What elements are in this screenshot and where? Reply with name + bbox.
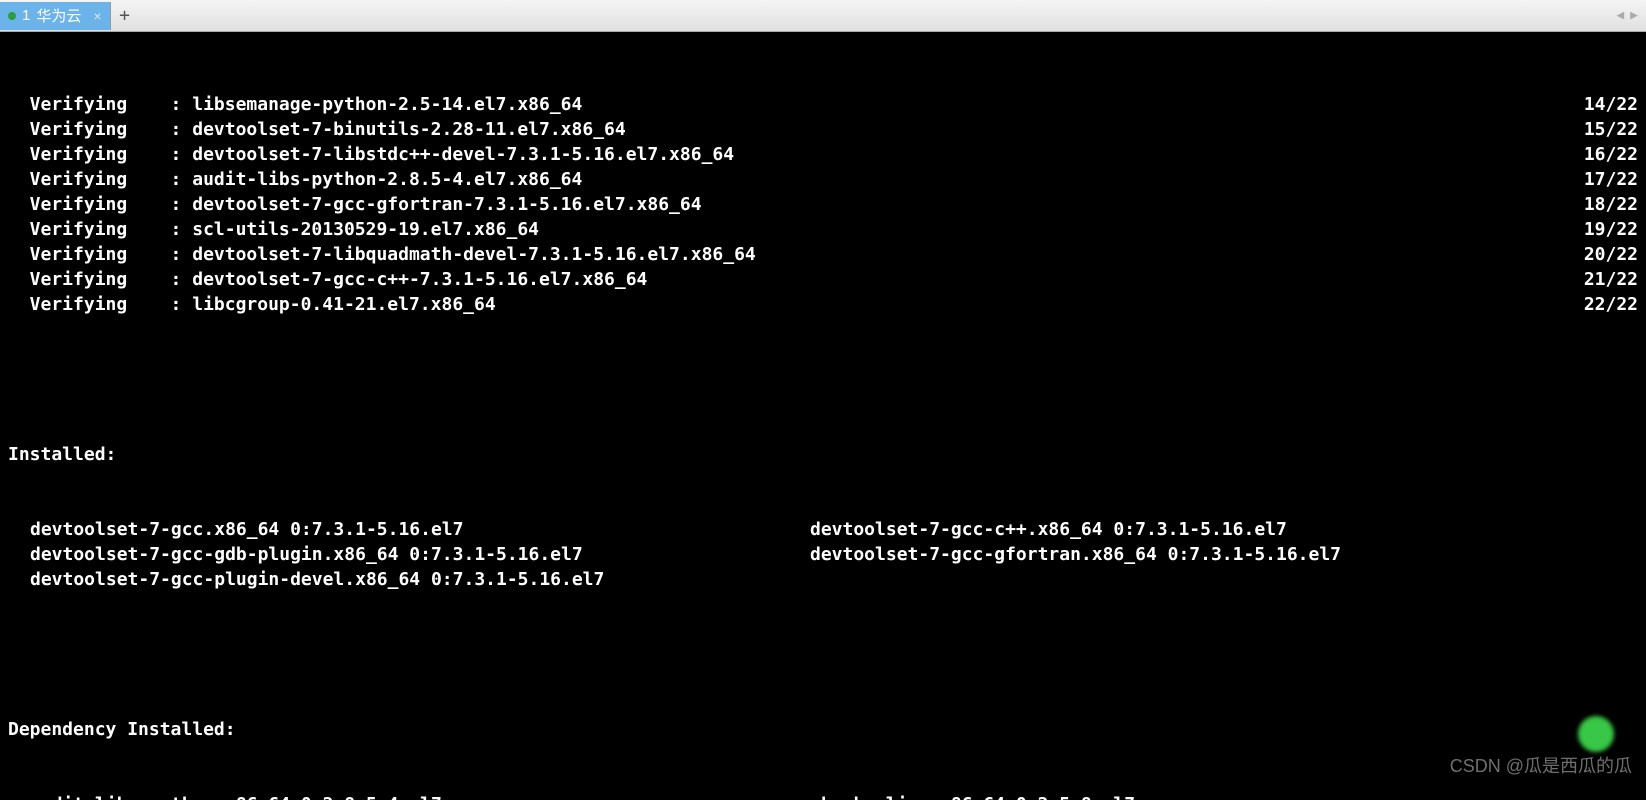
package-item: checkpolicy.x86_64 0:2.5-8.el7: [788, 792, 1395, 800]
tab-nav: ◀ ▶: [1616, 8, 1638, 23]
verify-count: 22/22: [1584, 292, 1638, 317]
verify-count: 17/22: [1584, 167, 1638, 192]
verify-package: Verifying : devtoolset-7-binutils-2.28-1…: [8, 117, 626, 142]
package-item: audit-libs-python.x86_64 0:2.8.5-4.el7: [8, 792, 788, 800]
add-tab-button[interactable]: +: [111, 5, 139, 26]
verify-row: Verifying : devtoolset-7-libstdc++-devel…: [8, 142, 1638, 167]
dependency-list: audit-libs-python.x86_64 0:2.8.5-4.el7de…: [8, 792, 1638, 800]
terminal-output[interactable]: Verifying : libsemanage-python-2.5-14.el…: [0, 32, 1646, 800]
verify-count: 19/22: [1584, 217, 1638, 242]
verify-package: Verifying : libsemanage-python-2.5-14.el…: [8, 92, 582, 117]
verify-package: Verifying : devtoolset-7-libquadmath-dev…: [8, 242, 756, 267]
installed-list: devtoolset-7-gcc.x86_64 0:7.3.1-5.16.el7…: [8, 517, 1638, 592]
prev-tab-icon[interactable]: ◀: [1616, 8, 1624, 23]
package-item: devtoolset-7-gcc-plugin-devel.x86_64 0:7…: [8, 567, 788, 592]
verify-row: Verifying : devtoolset-7-gcc-c++-7.3.1-5…: [8, 267, 1638, 292]
verify-list: Verifying : libsemanage-python-2.5-14.el…: [8, 92, 1638, 317]
tab-title: 华为云: [36, 5, 81, 26]
verify-package: Verifying : devtoolset-7-gcc-gfortran-7.…: [8, 192, 702, 217]
verify-row: Verifying : devtoolset-7-gcc-gfortran-7.…: [8, 192, 1638, 217]
verify-count: 14/22: [1584, 92, 1638, 117]
verify-count: 18/22: [1584, 192, 1638, 217]
close-icon[interactable]: ×: [93, 8, 101, 24]
verify-row: Verifying : devtoolset-7-libquadmath-dev…: [8, 242, 1638, 267]
installed-header: Installed:: [8, 442, 1638, 467]
connection-status-icon: [8, 12, 16, 20]
verify-row: Verifying : libsemanage-python-2.5-14.el…: [8, 92, 1638, 117]
verify-count: 15/22: [1584, 117, 1638, 142]
tab-index: 1: [22, 7, 30, 24]
verify-row: Verifying : scl-utils-20130529-19.el7.x8…: [8, 217, 1638, 242]
verify-row: Verifying : devtoolset-7-binutils-2.28-1…: [8, 117, 1638, 142]
tab-active[interactable]: 1 华为云 ×: [0, 2, 111, 30]
verify-count: 21/22: [1584, 267, 1638, 292]
verify-package: Verifying : devtoolset-7-libstdc++-devel…: [8, 142, 734, 167]
package-item: devtoolset-7-gcc.x86_64 0:7.3.1-5.16.el7: [8, 517, 788, 542]
package-item: devtoolset-7-gcc-c++.x86_64 0:7.3.1-5.16…: [788, 517, 1341, 542]
next-tab-icon[interactable]: ▶: [1630, 8, 1638, 23]
verify-count: 16/22: [1584, 142, 1638, 167]
verify-package: Verifying : libcgroup-0.41-21.el7.x86_64: [8, 292, 496, 317]
verify-package: Verifying : audit-libs-python-2.8.5-4.el…: [8, 167, 582, 192]
package-item: devtoolset-7-gcc-gfortran.x86_64 0:7.3.1…: [788, 542, 1341, 567]
verify-row: Verifying : libcgroup-0.41-21.el7.x86_64…: [8, 292, 1638, 317]
tab-bar: 1 华为云 × + ◀ ▶: [0, 0, 1646, 32]
dep-installed-header: Dependency Installed:: [8, 717, 1638, 742]
verify-package: Verifying : scl-utils-20130529-19.el7.x8…: [8, 217, 539, 242]
verify-package: Verifying : devtoolset-7-gcc-c++-7.3.1-5…: [8, 267, 647, 292]
verify-row: Verifying : audit-libs-python-2.8.5-4.el…: [8, 167, 1638, 192]
verify-count: 20/22: [1584, 242, 1638, 267]
package-item: devtoolset-7-gcc-gdb-plugin.x86_64 0:7.3…: [8, 542, 788, 567]
